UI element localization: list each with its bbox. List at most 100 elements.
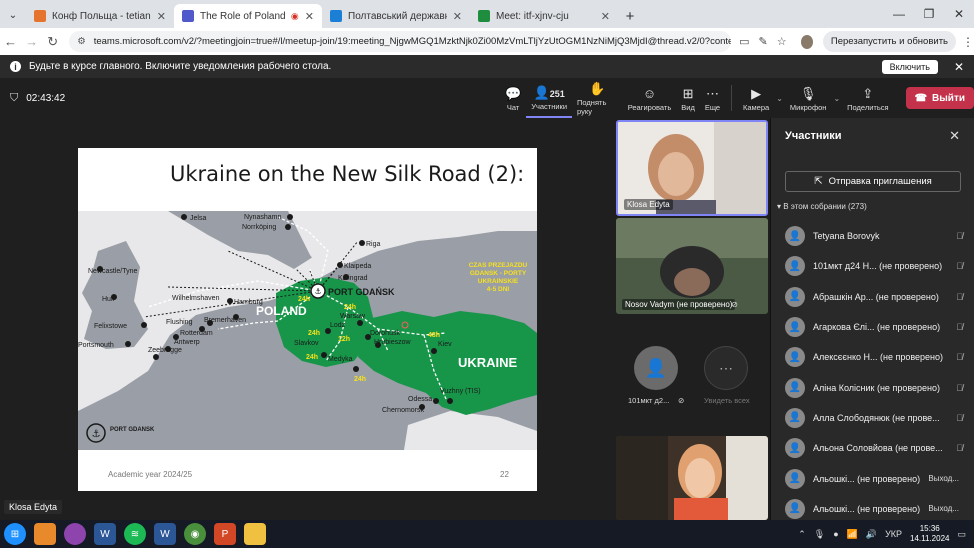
back-icon[interactable]: ← [0,34,21,49]
mic-muted-icon: 🎙̸ [956,382,963,393]
city-label: Rotterdam [180,330,213,337]
active-speaker-tag: Klosa Edyta [4,500,63,514]
city-label: Wilhelmshaven [172,295,220,302]
new-tab-button[interactable]: + [618,4,642,28]
notifications-icon[interactable]: ▭ [957,529,966,540]
browser-tab-3[interactable]: Полтавський державний агра ✕ [322,4,470,28]
restart-update-button[interactable]: Перезапустить и обновить [822,31,956,52]
presentation-slide: Ukraine on the New Silk Road (2): ⚓ Jels… [78,148,537,491]
participant-row[interactable]: 👤 Альошкі... (не проверено) Выход... [771,463,974,493]
browser-tab-2[interactable]: The Role of Poland and Ukr ◉ ✕ [174,4,322,28]
close-tab-icon[interactable]: ✕ [299,10,314,23]
minimize-icon[interactable]: — [884,7,914,21]
avatar: 👤 [785,256,805,277]
restore-icon[interactable]: ❐ [914,7,944,21]
participant-name: Алла Слободянюк (не прове... [813,412,940,423]
participant-row[interactable]: 👤 Агаркова Єлі... (не проверено) 🎙̸ [771,312,974,342]
bookmark-icon[interactable]: ☆ [777,35,787,48]
browser-tab-4[interactable]: Meet: itf-xjnv-cju ✕ [470,4,618,28]
see-all-button[interactable]: ⋯ [704,346,748,390]
city-label: Vuzhny (TIS) [440,388,481,395]
mic-permission-icon[interactable]: ✎ [759,35,768,48]
in-meeting-section-header[interactable]: ▾ В этом собрании (273) [777,202,867,211]
participant-row[interactable]: 👤 Аліна Колісник (не проверено) 🎙̸ [771,372,974,402]
video-tile-participant[interactable]: Nosov Vadym (не проверено) ⊘ [616,218,768,314]
participant-row[interactable]: 👤 Алексєєнко Н... (не проверено) 🎙̸ [771,342,974,372]
avatar[interactable]: 👤 [634,346,678,390]
url-bar[interactable]: ⚙ teams.microsoft.com/v2/?meetingjoin=tr… [69,31,732,52]
participant-row[interactable]: 👤 Tetyana Borovyk 🎙̸ [771,221,974,251]
view-button[interactable]: ⊞ Вид [676,78,700,118]
city-label: Dorohusk [370,330,400,337]
profile-avatar[interactable] [800,34,813,49]
volume-icon[interactable]: 🔊 [866,529,877,540]
duration-label: 24h [306,354,318,361]
chat-button[interactable]: 💬 Чат [500,78,526,118]
more-button[interactable]: ⋯ Еще [700,78,725,118]
camera-options-chevron-icon[interactable]: ⌄ [776,94,783,103]
participant-count: 251 [549,88,565,99]
browser-tab-1[interactable]: Конф Польща - tetiana.borovyk ✕ [26,4,174,28]
react-button[interactable]: ☺ Реагировать [623,78,677,118]
close-window-icon[interactable]: ✕ [944,7,974,21]
participant-row[interactable]: 👤 Альона Соловйова (не прове... 🎙̸ [771,433,974,463]
send-invite-button[interactable]: ⇱ Отправка приглашения [785,171,961,192]
person-icon: 👤 [788,382,802,394]
clock[interactable]: 15:36 14.11.2024 [910,524,949,544]
close-infobar-icon[interactable]: ✕ [954,60,964,74]
leave-button[interactable]: ☎ Выйти [905,87,974,109]
city-label: Hrubieszow [374,339,412,346]
language-indicator[interactable]: УКР [885,529,902,539]
chrome-icon[interactable]: ◉ [184,523,206,545]
close-panel-icon[interactable]: ✕ [949,128,960,144]
reload-icon[interactable]: ↻ [42,34,63,50]
logo-anchor-glyph: ⚓ [92,429,101,440]
word-icon[interactable]: W [154,523,176,545]
mic-options-chevron-icon[interactable]: ⌄ [833,94,840,103]
chevron-up-icon[interactable]: ⌃ [798,529,806,540]
system-tray: ⌃ 🎙 ● 📶 🔊 УКР 15:36 14.11.2024 ▭ [798,524,974,544]
close-tab-icon[interactable]: ✕ [151,10,166,23]
participants-panel: Участники ✕ ⇱ Отправка приглашения ▾ В э… [770,118,974,520]
app-orange-icon[interactable] [34,523,56,545]
person-icon: 👤 [788,351,802,363]
share-button[interactable]: ⇪ Поделиться [842,78,893,118]
camera-button[interactable]: ▶ Камера [738,78,774,118]
wifi-icon[interactable]: 📶 [847,529,858,540]
forward-icon[interactable]: → [21,34,42,49]
person-icon: 👤 [788,442,802,454]
close-tab-icon[interactable]: ✕ [447,10,462,23]
raise-hand-button[interactable]: ✋ Поднять руку [572,78,623,118]
participant-row[interactable]: 👤 Алла Слободянюк (не прове... 🎙̸ [771,403,974,433]
camera-permission-icon[interactable]: ▭ [739,35,749,48]
spotify-icon[interactable]: ≋ [124,523,146,545]
enable-notifications-button[interactable]: Включить [881,59,938,74]
participant-row[interactable]: 👤 101мкт д24 Н... (не проверено) 🎙̸ [771,251,974,281]
word-icon[interactable]: W [94,523,116,545]
participants-button[interactable]: 👤251 Участники [526,78,573,118]
windows-start-icon[interactable]: ⊞ [4,523,26,545]
mic-muted-icon: 🎙̸ [956,322,963,333]
site-info-icon[interactable]: ⚙ [77,36,86,47]
browser-menu-icon[interactable]: ⋮ [962,35,974,49]
avatar-name-label: 101мкт д2... [628,396,670,405]
tray-mic-icon[interactable]: 🎙 [814,529,825,540]
video-tile-speaker[interactable]: Klosa Edyta [616,120,768,216]
mic-muted-icon: ⊘ [678,396,685,405]
tab-title: The Role of Poland and Ukr [200,10,287,22]
invite-label: Отправка приглашения [828,176,932,187]
participant-video [616,436,768,520]
tray-app-icon[interactable]: ● [833,529,838,539]
app-purple-icon[interactable] [64,523,86,545]
duration-label: 24h [344,304,356,311]
powerpoint-icon[interactable]: P [214,523,236,545]
mic-button[interactable]: 🎙 Микрофон [785,78,832,118]
ukraine-label: UKRAINE [458,355,518,370]
windows-taskbar: ⊞ W ≋ W ◉ P ⌃ 🎙 ● 📶 🔊 УКР 15:36 14.11.20… [0,520,974,548]
file-explorer-icon[interactable] [244,523,266,545]
tab-search-icon[interactable]: ⌄ [0,2,26,28]
video-tile-participant[interactable] [616,436,768,520]
close-tab-icon[interactable]: ✕ [595,10,610,23]
participant-row[interactable]: 👤 Абрашкін Ар... (не проверено) 🎙̸ [771,282,974,312]
phone-hangup-icon: ☎ [914,92,928,104]
